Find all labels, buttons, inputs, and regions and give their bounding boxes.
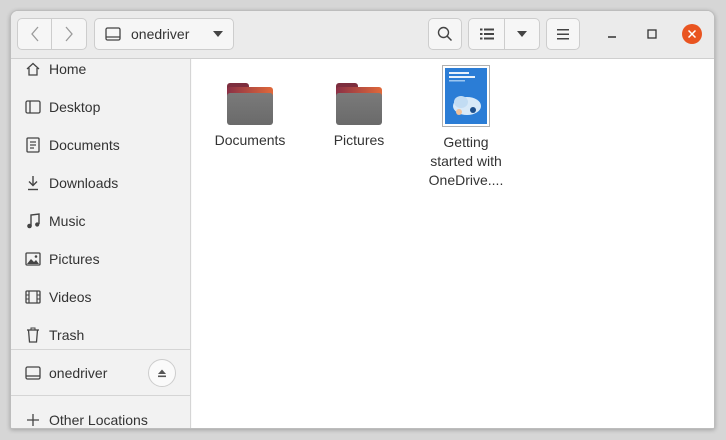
- sidebar-separator: [11, 349, 190, 350]
- main-menu-button[interactable]: [546, 18, 580, 50]
- drive-icon: [24, 364, 42, 382]
- view-toggle-group: [468, 18, 540, 50]
- trash-icon: [24, 326, 42, 344]
- sidebar-item-videos[interactable]: Videos: [11, 278, 190, 316]
- search-icon: [437, 26, 453, 42]
- close-circle: [682, 24, 702, 44]
- chevron-right-icon: [65, 26, 73, 42]
- item-name: Documents: [214, 132, 286, 148]
- location-path-button[interactable]: onedriver: [94, 18, 234, 50]
- sidebar-item-onedriver[interactable]: onedriver: [11, 354, 190, 392]
- sidebar-item-label: Videos: [49, 289, 92, 305]
- pictures-icon: [24, 250, 42, 268]
- drive-icon: [105, 27, 121, 41]
- folder-item-documents[interactable]: Documents: [200, 59, 300, 150]
- back-button[interactable]: [18, 19, 53, 49]
- sidebar-item-pictures[interactable]: Pictures: [11, 240, 190, 278]
- item-name: Pictures: [333, 132, 385, 148]
- sidebar-item-documents[interactable]: Documents: [11, 126, 190, 164]
- view-options-button[interactable]: [505, 19, 539, 49]
- eject-icon: [158, 369, 166, 378]
- chevron-down-icon: [213, 31, 223, 37]
- sidebar-item-label: Downloads: [49, 175, 119, 191]
- sidebar-item-label: Pictures: [49, 251, 100, 267]
- navigation-buttons: [17, 18, 87, 50]
- chevron-left-icon: [30, 26, 38, 42]
- item-name: Getting started with OneDrive....: [429, 133, 504, 190]
- file-manager-window: onedriver Home Desktop Documents Downloa…: [10, 10, 715, 429]
- home-icon: [24, 60, 42, 78]
- sidebar-item-label: Documents: [49, 137, 120, 153]
- sidebar-item-label: Home: [49, 61, 87, 77]
- sidebar-separator: [11, 395, 190, 396]
- hamburger-menu-icon: [557, 28, 569, 39]
- file-item-getting-started[interactable]: Getting started with OneDrive....: [416, 59, 516, 190]
- sidebar-item-downloads[interactable]: Downloads: [11, 164, 190, 202]
- minimize-button[interactable]: [601, 23, 623, 45]
- item-name-line: OneDrive....: [428, 172, 504, 188]
- documents-icon: [24, 136, 42, 154]
- videos-icon: [24, 288, 42, 306]
- plus-icon: [24, 411, 42, 428]
- minimize-icon: [608, 36, 616, 38]
- sidebar-item-home[interactable]: Home: [11, 50, 190, 88]
- item-name-line: started with: [430, 153, 502, 169]
- sidebar-item-other-locations[interactable]: Other Locations: [11, 401, 190, 428]
- folder-icon: [336, 83, 382, 125]
- folder-icon: [227, 83, 273, 125]
- desktop-icon: [24, 98, 42, 116]
- sidebar-item-label: Other Locations: [49, 412, 148, 428]
- sidebar-item-label: onedriver: [49, 365, 108, 381]
- sidebar-item-label: Desktop: [49, 99, 101, 115]
- forward-button[interactable]: [52, 19, 86, 49]
- sidebar-item-desktop[interactable]: Desktop: [11, 88, 190, 126]
- sidebar-item-label: Trash: [49, 327, 85, 343]
- close-button[interactable]: [681, 23, 703, 45]
- maximize-icon: [647, 29, 657, 39]
- eject-button[interactable]: [148, 359, 176, 387]
- list-view-icon: [479, 28, 494, 40]
- pdf-thumbnail-icon: [442, 65, 490, 127]
- places-sidebar: Home Desktop Documents Downloads Music P…: [11, 59, 191, 428]
- path-label: onedriver: [131, 26, 190, 42]
- search-button[interactable]: [428, 18, 462, 50]
- sidebar-item-label: Music: [49, 213, 86, 229]
- close-icon: [688, 30, 696, 38]
- item-name-line: Getting: [443, 134, 489, 150]
- list-view-button[interactable]: [469, 19, 505, 49]
- maximize-button[interactable]: [641, 23, 663, 45]
- downloads-icon: [24, 174, 42, 192]
- music-icon: [24, 212, 42, 230]
- chevron-down-icon: [517, 31, 527, 37]
- folder-item-pictures[interactable]: Pictures: [309, 59, 409, 150]
- sidebar-item-music[interactable]: Music: [11, 202, 190, 240]
- file-view: Documents Pictures Getting started with …: [192, 59, 714, 428]
